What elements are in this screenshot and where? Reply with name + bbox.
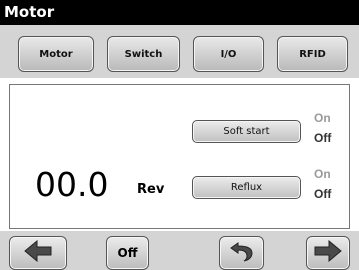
arrow-right-icon [313,239,343,266]
reflux-button[interactable]: Reflux [192,176,301,199]
soft-start-button[interactable]: Soft start [192,120,301,143]
revolution-value: 00.0 [35,165,109,204]
undo-button[interactable] [219,236,264,270]
tab-motor[interactable]: Motor [18,36,94,72]
arrow-left-icon [23,239,53,266]
window-title: Motor [0,0,359,25]
back-button[interactable] [9,236,67,270]
soft-start-on-state: On [314,111,331,125]
off-button[interactable]: Off [106,236,149,270]
off-button-label: Off [117,246,138,260]
tab-switch[interactable]: Switch [107,36,180,72]
soft-start-off-state: Off [314,131,332,145]
reflux-on-state: On [314,167,331,181]
tab-io[interactable]: I/O [193,36,264,72]
forward-button[interactable] [306,236,350,270]
revolution-unit: Rev [137,182,165,197]
undo-icon [229,239,255,267]
tab-bar: Motor Switch I/O RFID [0,25,359,78]
tab-rfid[interactable]: RFID [277,36,348,72]
reflux-off-state: Off [314,187,332,201]
main-panel [9,84,350,229]
